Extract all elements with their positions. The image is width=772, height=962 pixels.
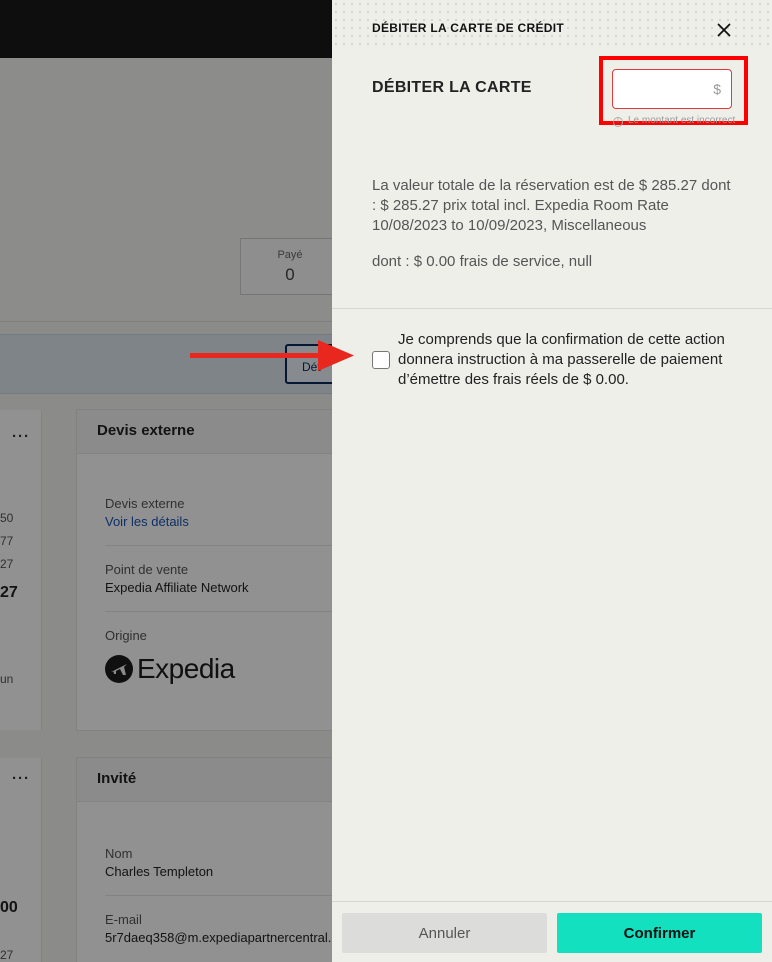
background-page: Payé 0 Dét ··· 50 77 27 27 un ··· 00 27 … [0, 0, 332, 962]
confirm-button[interactable]: Confirmer [557, 913, 762, 953]
charge-card-label: DÉBITER LA CARTE [372, 79, 532, 96]
panel-footer: Annuler Confirmer [332, 901, 772, 962]
amount-error: ! Le montant est incorrect [613, 115, 735, 127]
confirmation-checkbox[interactable] [372, 351, 390, 369]
confirmation-row: Je comprends que la confirmation de cett… [372, 330, 742, 390]
modal-backdrop[interactable] [0, 0, 332, 962]
close-icon[interactable] [712, 18, 736, 42]
error-text: Le montant est incorrect [628, 115, 736, 126]
reservation-info: La valeur totale de la réservation est d… [332, 140, 772, 309]
info-paragraph: La valeur totale de la réservation est d… [372, 177, 731, 234]
info-paragraph: dont : $ 0.00 frais de service, null [372, 253, 593, 270]
confirmation-text: Je comprends que la confirmation de cett… [398, 331, 725, 388]
annotation-arrow-icon [190, 340, 354, 371]
cancel-button[interactable]: Annuler [342, 913, 547, 953]
panel-header: DÉBITER LA CARTE DE CRÉDIT DÉBITER LA CA… [332, 0, 772, 140]
info-icon: ! [613, 117, 623, 127]
panel-title: DÉBITER LA CARTE DE CRÉDIT [372, 21, 565, 35]
charge-card-panel: DÉBITER LA CARTE DE CRÉDIT DÉBITER LA CA… [332, 0, 772, 962]
